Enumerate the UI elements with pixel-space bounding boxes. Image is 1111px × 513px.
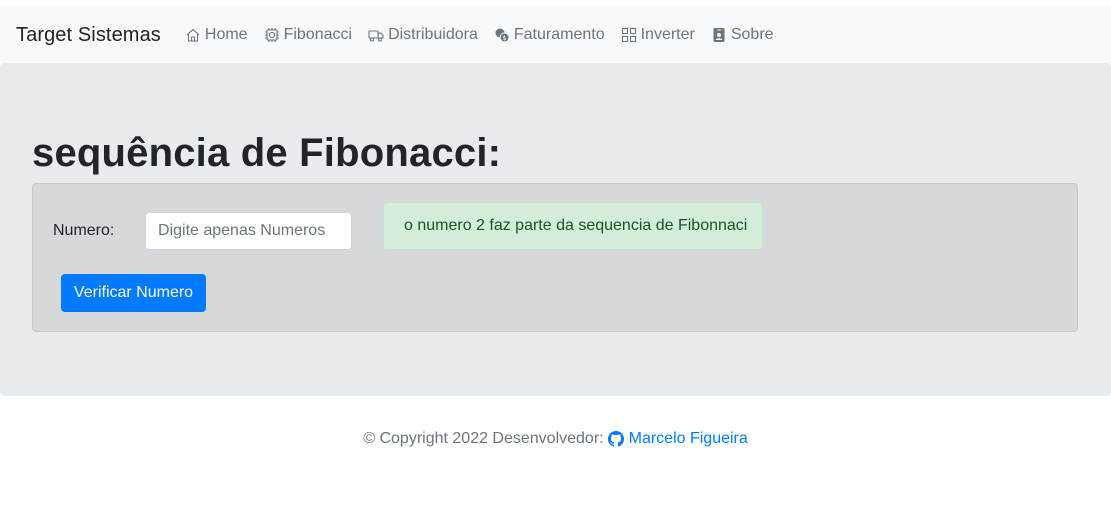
nav-item-label: Faturamento [513, 26, 605, 43]
coins-icon: $ [495, 28, 510, 43]
nav-item-label: Distribuidora [388, 26, 478, 43]
nav-item-sobre[interactable]: Sobre [711, 26, 774, 44]
nav-item-label: Home [204, 26, 248, 43]
github-icon [607, 431, 624, 447]
footer: © Copyright 2022 Desenvolvedor: Marcelo … [0, 430, 1111, 448]
nav-menu: Home Fibonacci Distribuidora $ Faturamen… [185, 26, 790, 44]
navbar: Target Sistemas Home Fibonacci Distribui… [0, 7, 1111, 63]
copyright-text: © Copyright 2022 Desenvolvedor: [363, 430, 604, 447]
nav-item-label: Sobre [730, 26, 774, 43]
person-badge-icon [713, 28, 725, 42]
nav-item-faturamento[interactable]: $ Faturamento [494, 26, 605, 44]
main-section: sequência de Fibonacci: Numero: o numero… [0, 63, 1111, 396]
nav-item-label: Inverter [640, 26, 695, 43]
nav-item-home[interactable]: Home [185, 26, 248, 44]
brand-link[interactable]: Target Sistemas [16, 24, 161, 47]
cpu-icon [264, 28, 279, 42]
nav-item-fibonacci[interactable]: Fibonacci [264, 26, 352, 44]
author-name: Marcelo Figueira [628, 430, 748, 447]
fibonacci-form-card: Numero: o numero 2 faz parte da sequenci… [32, 183, 1078, 332]
number-label: Numero: [53, 222, 115, 239]
page: Target Sistemas Home Fibonacci Distribui… [0, 0, 1111, 513]
number-input[interactable] [145, 212, 352, 250]
svg-text:$: $ [502, 34, 506, 42]
nav-item-inverter[interactable]: Inverter [621, 26, 695, 44]
author-link[interactable]: Marcelo Figueira [604, 430, 748, 448]
house-icon [186, 28, 200, 42]
grid-icon [621, 27, 636, 43]
nav-item-label: Fibonacci [283, 26, 353, 43]
page-title: sequência de Fibonacci: [32, 131, 502, 175]
verify-number-button[interactable]: Verificar Numero [61, 274, 206, 312]
nav-item-distribuidora[interactable]: Distribuidora [368, 26, 478, 44]
result-alert: o numero 2 faz parte da sequencia de Fib… [383, 202, 763, 250]
truck-icon [368, 30, 384, 42]
